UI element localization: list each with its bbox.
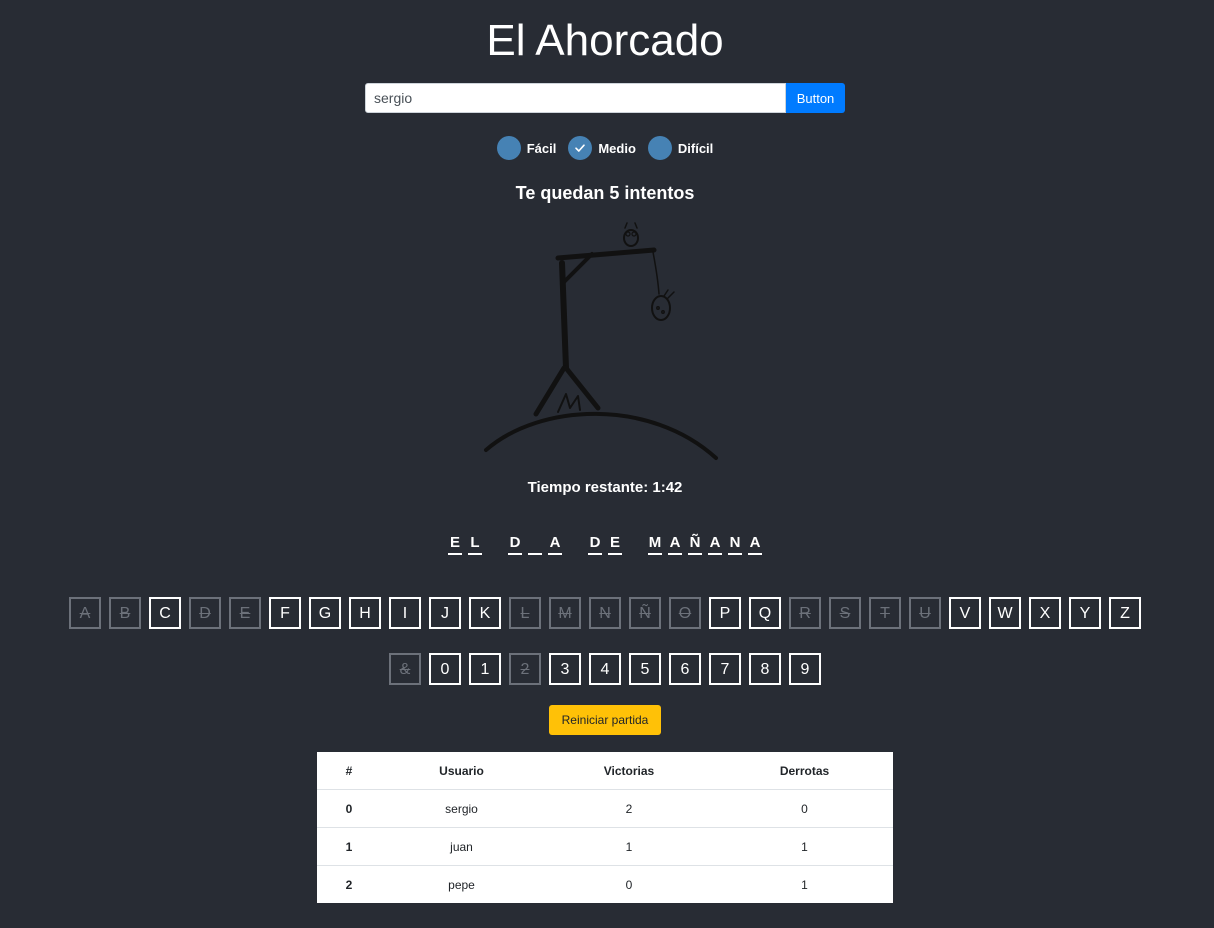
attempts-remaining: Te quedan 5 intentos [515, 183, 695, 203]
table-row: 0 sergio 2 0 [317, 789, 893, 828]
key-w[interactable]: W [989, 597, 1021, 629]
key-r[interactable]: R [789, 597, 821, 629]
gallows-drawing [484, 222, 718, 460]
key-ñ[interactable]: Ñ [629, 597, 661, 629]
key-x[interactable]: X [1029, 597, 1061, 629]
key-7[interactable]: 7 [709, 653, 741, 685]
restart-button[interactable]: Reiniciar partida [549, 705, 661, 735]
key-h[interactable]: H [349, 597, 381, 629]
key-3[interactable]: 3 [549, 653, 581, 685]
key-4[interactable]: 4 [589, 653, 621, 685]
word-letter: E [448, 533, 462, 555]
hangman-page: El Ahorcado Button Fácil Medio Difícil T… [0, 0, 1214, 928]
key-u[interactable]: U [909, 597, 941, 629]
row-rank: 2 [317, 865, 381, 903]
row-rank: 0 [317, 789, 381, 828]
word-letter: L [468, 533, 482, 555]
key-d[interactable]: D [189, 597, 221, 629]
difficulty-facil[interactable]: Fácil [496, 136, 557, 160]
keyboard-symbols: & 0 1 2 3 4 5 6 7 8 9 [0, 653, 1210, 685]
key-g[interactable]: G [309, 597, 341, 629]
key-9[interactable]: 9 [789, 653, 821, 685]
key-6[interactable]: 6 [669, 653, 701, 685]
key-l[interactable]: L [509, 597, 541, 629]
difficulty-label: Difícil [677, 140, 714, 156]
row-user: pepe [381, 865, 542, 903]
page-title: El Ahorcado [486, 16, 724, 65]
difficulty-radio[interactable] [496, 136, 521, 160]
keyboard-letters: ABCDEFGHIJKLMNÑOPQRSTUVWXYZ [0, 597, 1210, 629]
column-header: Usuario [381, 752, 542, 790]
key-q[interactable]: Q [749, 597, 781, 629]
key-k[interactable]: K [469, 597, 501, 629]
key-j[interactable]: J [429, 597, 461, 629]
check-icon [575, 144, 586, 152]
word-letter: Ñ [688, 533, 702, 555]
key-f[interactable]: F [269, 597, 301, 629]
difficulty-medio[interactable]: Medio [568, 136, 636, 160]
time-remaining: Tiempo restante: 1:42 [527, 479, 683, 496]
word-letter: D [588, 533, 602, 555]
table-row: 2 pepe 0 1 [317, 865, 893, 903]
column-header: # [317, 752, 381, 790]
key-v[interactable]: V [949, 597, 981, 629]
word-letter: M [648, 533, 662, 555]
row-wins: 2 [542, 789, 716, 828]
word-letter: N [728, 533, 742, 555]
key-2[interactable]: 2 [509, 653, 541, 685]
key-t[interactable]: T [869, 597, 901, 629]
key-s[interactable]: S [829, 597, 861, 629]
difficulty-label: Fácil [526, 140, 557, 156]
key-c[interactable]: C [149, 597, 181, 629]
username-input[interactable] [365, 83, 786, 113]
key-m[interactable]: M [549, 597, 581, 629]
key-z[interactable]: Z [1109, 597, 1141, 629]
row-user: juan [381, 827, 542, 866]
table-header-row: # Usuario Victorias Derrotas [317, 752, 893, 790]
key-o[interactable]: O [669, 597, 701, 629]
column-header: Derrotas [716, 752, 893, 790]
key-i[interactable]: I [389, 597, 421, 629]
column-header: Victorias [542, 752, 716, 790]
key-ampersand[interactable]: & [389, 653, 421, 685]
key-e[interactable]: E [229, 597, 261, 629]
word-letter: A [668, 533, 682, 555]
key-a[interactable]: A [69, 597, 101, 629]
username-form: Button [365, 83, 845, 113]
key-p[interactable]: P [709, 597, 741, 629]
row-wins: 1 [542, 827, 716, 866]
scoreboard-table: # Usuario Victorias Derrotas 0 sergio 2 … [317, 752, 893, 903]
difficulty-label: Medio [598, 140, 636, 156]
word-letter: D [508, 533, 522, 555]
key-y[interactable]: Y [1069, 597, 1101, 629]
word-letter: A [548, 533, 562, 555]
table-row: 1 juan 1 1 [317, 827, 893, 866]
word-letter: A [708, 533, 722, 555]
row-user: sergio [381, 789, 542, 828]
difficulty-selector: Fácil Medio Difícil [0, 136, 1210, 160]
word-letter [528, 533, 542, 555]
key-b[interactable]: B [109, 597, 141, 629]
key-1[interactable]: 1 [469, 653, 501, 685]
submit-button[interactable]: Button [786, 83, 845, 113]
word-letter: E [608, 533, 622, 555]
secret-word: E L D A D E M A Ñ A N A [0, 533, 1210, 555]
key-5[interactable]: 5 [629, 653, 661, 685]
row-losses: 1 [716, 865, 893, 903]
row-wins: 0 [542, 865, 716, 903]
row-losses: 1 [716, 827, 893, 866]
difficulty-radio[interactable] [568, 136, 593, 160]
difficulty-radio[interactable] [647, 136, 672, 160]
row-rank: 1 [317, 827, 381, 866]
difficulty-dificil[interactable]: Difícil [647, 136, 714, 160]
row-losses: 0 [716, 789, 893, 828]
word-letter: A [748, 533, 762, 555]
key-n[interactable]: N [589, 597, 621, 629]
key-0[interactable]: 0 [429, 653, 461, 685]
key-8[interactable]: 8 [749, 653, 781, 685]
